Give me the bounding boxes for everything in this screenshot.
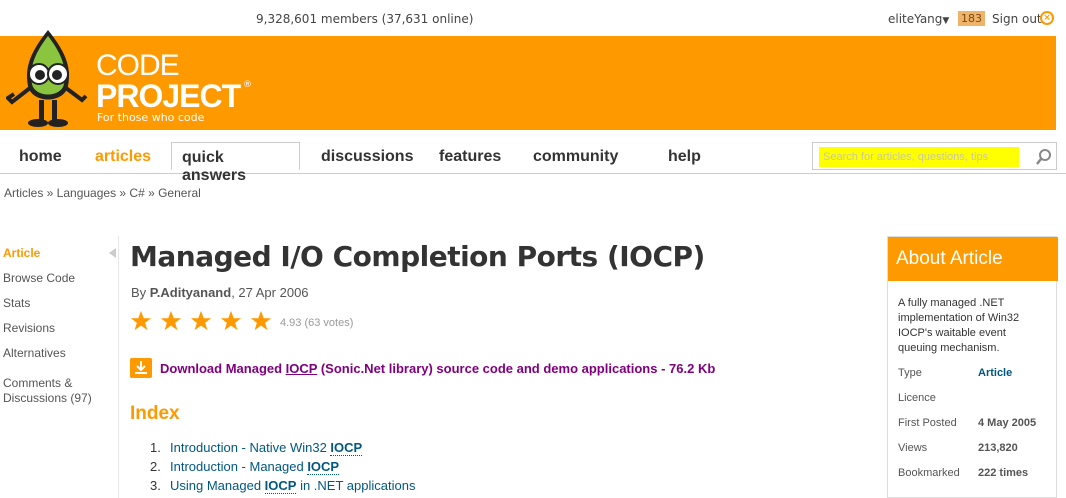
sign-out-link[interactable]: Sign out bbox=[992, 12, 1042, 26]
side-nav-divider bbox=[118, 236, 119, 498]
side-nav-discussions[interactable]: Discussions (97) bbox=[3, 391, 92, 405]
tab-help[interactable]: help bbox=[658, 142, 711, 170]
logo-project-text[interactable]: PROJECT bbox=[96, 78, 241, 115]
about-row-value: 213,820 bbox=[978, 442, 1018, 454]
download-text-pre[interactable]: Download Managed bbox=[160, 361, 286, 376]
breadcrumb[interactable]: Articles » Languages » C# » General bbox=[4, 186, 201, 200]
mascot-logo-icon[interactable] bbox=[6, 26, 90, 134]
about-row-key: Bookmarked bbox=[898, 467, 960, 479]
side-nav-stats[interactable]: Stats bbox=[3, 296, 30, 310]
about-row-value: 4 May 2005 bbox=[978, 417, 1037, 429]
top-bar: 9,328,601 members (37,631 online) eliteY… bbox=[0, 0, 1066, 36]
about-row-value[interactable]: Article bbox=[978, 367, 1012, 379]
tab-articles[interactable]: articles bbox=[85, 142, 161, 170]
search-box bbox=[812, 142, 1057, 170]
index-link-text[interactable]: Introduction - Managed bbox=[170, 459, 307, 474]
star-icon[interactable] bbox=[160, 310, 182, 332]
about-article-panel: About Article A fully managed .NET imple… bbox=[887, 236, 1058, 498]
tab-features[interactable]: features bbox=[429, 142, 511, 170]
article-title: Managed I/O Completion Ports (IOCP) bbox=[130, 240, 705, 273]
about-row-key: First Posted bbox=[898, 417, 957, 429]
about-row-value: 222 times bbox=[978, 467, 1029, 479]
side-nav-revisions[interactable]: Revisions bbox=[3, 321, 55, 335]
member-count: 9,328,601 members (37,631 online) bbox=[256, 12, 474, 26]
side-nav-alternatives[interactable]: Alternatives bbox=[3, 346, 66, 360]
tab-home[interactable]: home bbox=[9, 142, 72, 170]
star-icon[interactable] bbox=[250, 310, 272, 332]
index-link-keyword[interactable]: IOCP bbox=[307, 459, 340, 475]
star-icon[interactable] bbox=[220, 310, 242, 332]
tab-community[interactable]: community bbox=[523, 142, 628, 170]
star-icon[interactable] bbox=[130, 310, 152, 332]
download-text[interactable]: Download Managed IOCP (Sonic.Net library… bbox=[160, 361, 715, 376]
list-item-number: 1. bbox=[150, 440, 161, 455]
index-link[interactable]: Introduction - Managed IOCP bbox=[170, 459, 340, 475]
side-nav-browse-code[interactable]: Browse Code bbox=[3, 271, 75, 285]
list-item-number: 2. bbox=[150, 459, 161, 474]
about-row-key: Views bbox=[898, 442, 928, 454]
index-link-text[interactable]: Using Managed bbox=[170, 478, 265, 493]
about-article-description: A fully managed .NET implementation of W… bbox=[898, 297, 1020, 354]
about-row-key: Type bbox=[898, 367, 922, 379]
download-text-post[interactable]: (Sonic.Net library) source code and demo… bbox=[317, 361, 715, 376]
search-icon[interactable] bbox=[1035, 148, 1053, 166]
search-input[interactable] bbox=[819, 147, 1019, 167]
logo-tagline: For those who code bbox=[97, 111, 205, 124]
about-article-heading: About Article bbox=[888, 237, 1058, 281]
article-date: , 27 Apr 2006 bbox=[231, 285, 309, 300]
index-link[interactable]: Using Managed IOCP in .NET applications bbox=[170, 478, 415, 494]
close-icon[interactable]: × bbox=[1040, 11, 1054, 25]
index-link[interactable]: Introduction - Native Win32 IOCP bbox=[170, 440, 363, 456]
username[interactable]: eliteYang bbox=[888, 12, 942, 26]
tab-discussions[interactable]: discussions bbox=[311, 142, 423, 170]
about-row-key: Licence bbox=[898, 392, 936, 404]
collapse-arrow-icon[interactable] bbox=[109, 248, 116, 258]
index-link-keyword[interactable]: IOCP bbox=[330, 440, 363, 456]
index-link-suffix[interactable]: in .NET applications bbox=[296, 478, 415, 493]
side-nav-comments[interactable]: Comments & bbox=[3, 376, 72, 390]
registered-mark: ® bbox=[243, 80, 252, 90]
index-link-keyword[interactable]: IOCP bbox=[264, 478, 297, 494]
user-menu[interactable]: eliteYang▼ bbox=[888, 12, 949, 26]
index-link-text[interactable]: Introduction - Native Win32 bbox=[170, 440, 330, 455]
author-link[interactable]: P.Adityanand bbox=[150, 285, 231, 300]
side-nav-article[interactable]: Article bbox=[3, 246, 40, 260]
tab-quick-answers[interactable]: quick answers bbox=[171, 142, 300, 184]
byline-by: By bbox=[131, 285, 147, 300]
dropdown-icon[interactable]: ▼ bbox=[942, 16, 949, 26]
download-icon[interactable] bbox=[130, 358, 152, 378]
reputation-badge[interactable]: 183 bbox=[958, 11, 985, 26]
download-text-keyword[interactable]: IOCP bbox=[286, 361, 318, 376]
star-icon[interactable] bbox=[190, 310, 212, 332]
index-heading: Index bbox=[130, 403, 180, 424]
list-item-number: 3. bbox=[150, 478, 161, 493]
rating-votes: 4.93 (63 votes) bbox=[280, 317, 354, 329]
article-byline: By P.Adityanand, 27 Apr 2006 bbox=[131, 285, 309, 300]
